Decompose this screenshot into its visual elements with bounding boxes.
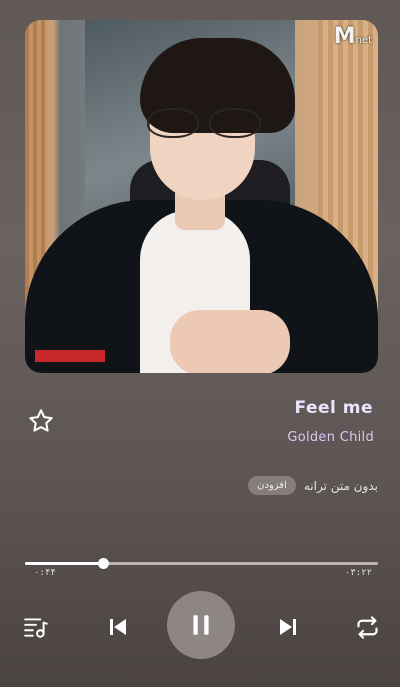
seek-thumb[interactable] [97, 558, 109, 569]
lyrics-row: بدون متن ترانه افزودن [248, 476, 378, 495]
artwork-jacket-stripe [35, 350, 105, 362]
total-time: ۰۳:۲۲ [344, 568, 372, 578]
skip-next-icon[interactable] [274, 613, 302, 641]
queue-music-icon[interactable] [22, 613, 50, 641]
elapsed-time: ۰:۴۴ [34, 568, 56, 578]
skip-previous-icon[interactable] [104, 613, 132, 641]
broadcaster-logo: Mnet [333, 24, 372, 49]
seek-bar[interactable] [25, 558, 378, 569]
play-pause-button[interactable] [167, 591, 235, 659]
album-artwork: Mnet [25, 20, 378, 373]
lyrics-status: بدون متن ترانه [303, 478, 378, 493]
add-lyrics-button[interactable]: افزودن [248, 476, 296, 495]
track-artist[interactable]: Golden Child [287, 430, 374, 445]
track-title: Feel me [294, 398, 373, 418]
artwork-hands [170, 310, 290, 373]
pause-icon [193, 615, 209, 635]
star-outline-icon[interactable] [27, 407, 55, 435]
seek-bar-fill [25, 562, 103, 565]
artwork-glasses [147, 108, 267, 138]
repeat-icon[interactable] [352, 612, 382, 642]
